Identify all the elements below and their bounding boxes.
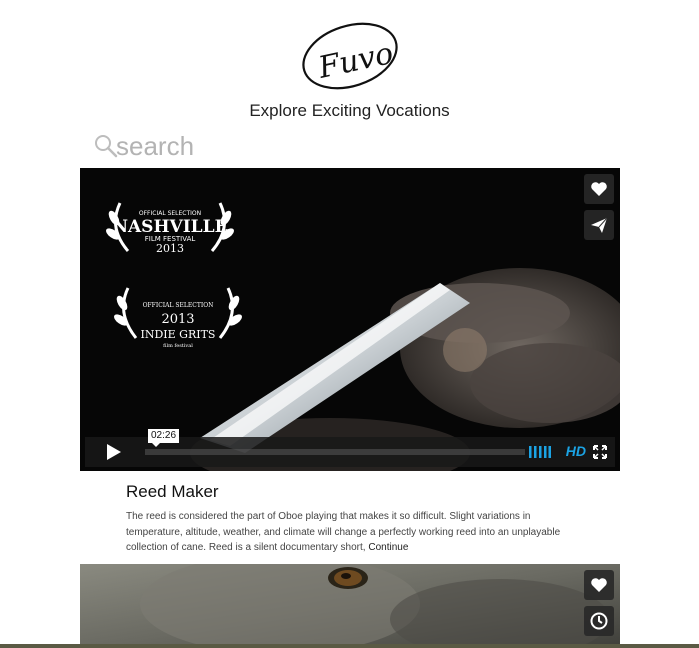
tagline: Explore Exciting Vocations <box>249 101 450 120</box>
video-thumbnail-2 <box>80 564 620 648</box>
search-input[interactable] <box>116 131 376 161</box>
laurel-1-line1: OFFICIAL SELECTION <box>139 210 201 217</box>
fullscreen-icon[interactable] <box>593 445 607 459</box>
like-button[interactable] <box>584 174 614 204</box>
video-title[interactable]: Reed Maker <box>126 482 219 502</box>
hd-toggle[interactable]: HD <box>566 443 586 459</box>
logo-text: Fuvo <box>315 36 397 86</box>
share-button[interactable] <box>584 210 614 240</box>
laurel-2-line1: OFFICIAL SELECTION <box>143 302 214 309</box>
duration-label: 02:26 <box>148 429 180 447</box>
progress-bar[interactable] <box>145 449 525 455</box>
play-icon <box>107 444 121 460</box>
volume-bars-icon[interactable] <box>529 446 551 458</box>
watch-later-button[interactable] <box>584 606 614 636</box>
heart-icon <box>591 182 607 196</box>
heart-icon <box>591 578 607 592</box>
laurel-1-line2: NASHVILLE <box>112 217 227 237</box>
video-player[interactable]: OFFICIAL SELECTION NASHVILLE FILM FESTIV… <box>80 168 620 471</box>
laurel-2-line3: INDIE GRITS <box>141 328 216 341</box>
video-thumbnail: OFFICIAL SELECTION NASHVILLE FILM FESTIV… <box>80 168 620 471</box>
send-icon <box>591 217 608 233</box>
like-button-2[interactable] <box>584 570 614 600</box>
clock-icon <box>590 612 608 630</box>
description-text: The reed is considered the part of Oboe … <box>126 511 561 553</box>
laurel-1-line4: 2013 <box>156 242 184 255</box>
search-bar <box>94 131 394 163</box>
laurel-2-line2: 2013 <box>161 312 194 327</box>
laurel-2-line4: film festival <box>163 343 193 349</box>
bottom-divider <box>0 644 699 648</box>
video-description: The reed is considered the part of Oboe … <box>126 509 586 556</box>
play-button[interactable] <box>85 437 143 467</box>
fuvo-logo[interactable]: Fuvo <box>298 20 402 92</box>
video-player-2[interactable] <box>80 564 620 648</box>
continue-link[interactable]: Continue <box>368 542 408 553</box>
video-controls: 02:26 HD <box>85 429 615 467</box>
search-icon[interactable] <box>94 134 118 158</box>
